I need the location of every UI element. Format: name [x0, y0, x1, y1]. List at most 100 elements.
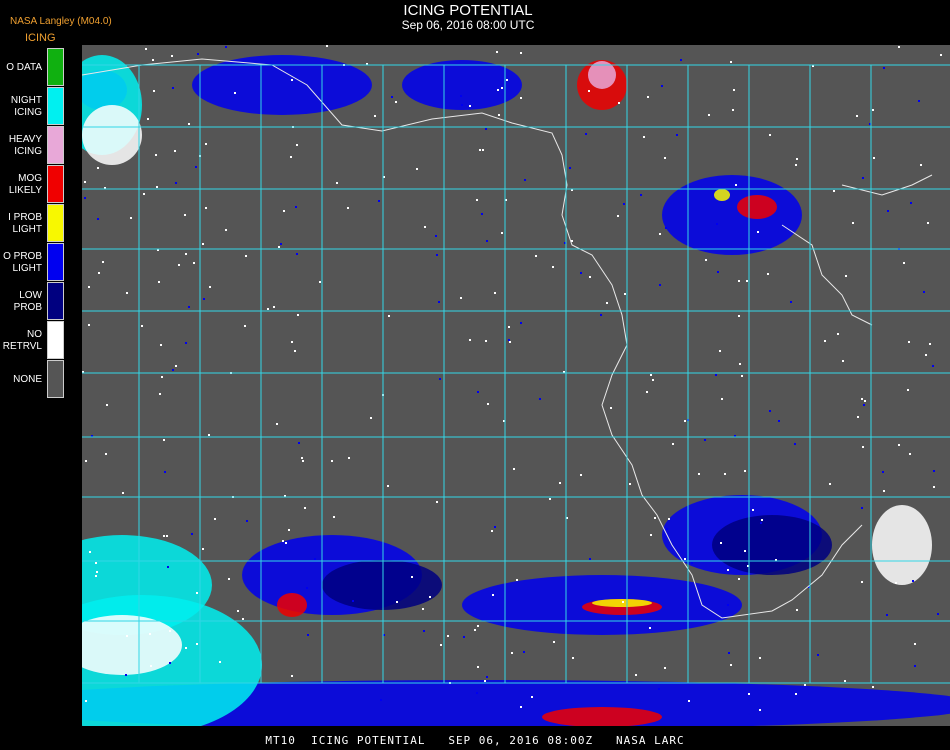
speckle [102, 261, 104, 263]
speckle [172, 369, 174, 371]
legend-swatch [47, 282, 64, 320]
speckle [88, 324, 90, 326]
legend-item: NONE [0, 360, 66, 399]
speckle [647, 96, 649, 98]
speckle [301, 457, 303, 459]
speckle [705, 259, 707, 261]
speckle [296, 144, 298, 146]
speckle [291, 675, 293, 677]
speckle [482, 149, 484, 151]
legend-swatch [47, 87, 64, 125]
speckle [481, 213, 483, 215]
speckle [635, 674, 637, 676]
speckle [460, 95, 462, 97]
speckle [508, 339, 510, 341]
speckle [513, 468, 515, 470]
speckle [491, 530, 493, 532]
legend-item: LOW PROB [0, 282, 66, 321]
speckle [520, 97, 522, 99]
speckle [804, 684, 806, 686]
speckle [476, 199, 478, 201]
speckle [845, 275, 847, 277]
legend-swatch [47, 204, 64, 242]
speckle [166, 535, 168, 537]
speckle [485, 128, 487, 130]
speckle [837, 333, 839, 335]
speckle [244, 325, 246, 327]
speckle [623, 203, 625, 205]
speckle [873, 157, 875, 159]
speckle [721, 398, 723, 400]
speckle [883, 490, 885, 492]
speckle [423, 630, 425, 632]
speckle [746, 280, 748, 282]
speckle [197, 53, 199, 55]
icing-region [322, 560, 442, 610]
speckle [285, 542, 287, 544]
speckle [796, 158, 798, 160]
speckle [95, 575, 97, 577]
speckle [105, 453, 107, 455]
speckle [298, 442, 300, 444]
speckle [727, 604, 729, 606]
speckle [291, 79, 293, 81]
speckle [396, 601, 398, 603]
speckle [886, 614, 888, 616]
speckle [477, 625, 479, 627]
speckle [95, 562, 97, 564]
speckle [535, 255, 537, 257]
speckle [203, 298, 205, 300]
icing-region [737, 195, 777, 219]
speckle [463, 636, 465, 638]
speckle [85, 700, 87, 702]
speckle [668, 518, 670, 520]
speckle [188, 306, 190, 308]
speckle [665, 227, 667, 229]
legend-item: HEAVY ICING [0, 126, 66, 165]
speckle [617, 215, 619, 217]
speckle [862, 177, 864, 179]
footer-caption: MT10 ICING POTENTIAL SEP 06, 2016 08:00Z… [265, 734, 685, 747]
legend-label: NONE [13, 373, 42, 385]
speckle [378, 200, 380, 202]
speckle [549, 498, 551, 500]
legend-label: NIGHT ICING [10, 94, 42, 118]
speckle [156, 186, 158, 188]
speckle [307, 634, 309, 636]
speckle [553, 641, 555, 643]
legend-swatch [47, 321, 64, 359]
speckle [739, 363, 741, 365]
speckle [487, 403, 489, 405]
speckle [649, 627, 651, 629]
speckle [97, 218, 99, 220]
speckle [278, 246, 280, 248]
speckle [486, 676, 488, 678]
speckle [169, 662, 171, 664]
speckle [735, 184, 737, 186]
legend-label: HEAVY ICING [8, 133, 42, 157]
speckle [520, 706, 522, 708]
speckle [96, 571, 98, 573]
speckle [914, 643, 916, 645]
speckle [195, 166, 197, 168]
speckle [380, 699, 382, 701]
speckle [185, 342, 187, 344]
speckle [861, 581, 863, 583]
speckle [178, 264, 180, 266]
speckle [267, 308, 269, 310]
legend-swatch [47, 126, 64, 164]
speckle [752, 509, 754, 511]
speckle [439, 378, 441, 380]
speckle [769, 410, 771, 412]
icing-region [82, 105, 142, 165]
speckle [511, 652, 513, 654]
speckle [209, 286, 211, 288]
speckle [172, 87, 174, 89]
speckle [175, 365, 177, 367]
speckle [908, 341, 910, 343]
speckle [295, 206, 297, 208]
speckle [824, 340, 826, 342]
speckle [306, 587, 308, 589]
speckle [727, 569, 729, 571]
speckle [882, 471, 884, 473]
